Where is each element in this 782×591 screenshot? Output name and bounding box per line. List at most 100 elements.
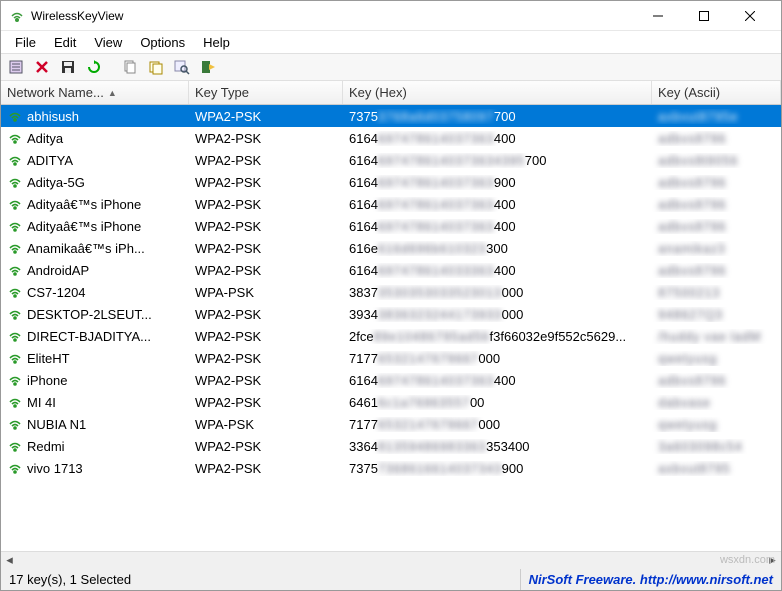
cell-key-ascii: /huddy vae ladM [658, 329, 761, 344]
cell-key-hex: 71776532147679667000 [349, 417, 500, 432]
wifi-icon [7, 284, 23, 300]
table-row[interactable]: MI 4IWPA2-PSK64616c1a7696355700dabvase [1, 391, 781, 413]
cell-network-name: Redmi [27, 439, 65, 454]
cell-key-ascii: qwetyusg [658, 417, 717, 432]
wifi-icon [7, 394, 23, 410]
cell-key-type: WPA-PSK [195, 417, 254, 432]
cell-key-ascii: dabvase [658, 395, 711, 410]
scroll-left-icon[interactable]: ◂ [1, 552, 18, 569]
cell-network-name: DESKTOP-2LSEUT... [27, 307, 152, 322]
table-row[interactable]: Adityaâ€™s iPhoneWPA2-PSK616469747861403… [1, 215, 781, 237]
cell-key-ascii: adbvs8t9056 [658, 153, 738, 168]
wifi-icon [7, 130, 23, 146]
cell-key-hex: 336481359486983363353400 [349, 439, 530, 454]
table-row[interactable]: abhisushWPA2-PSK73753768a6d03758097700ax… [1, 105, 781, 127]
cell-key-hex: 6164697478614037363900 [349, 175, 516, 190]
save-icon[interactable] [57, 56, 79, 78]
status-count: 17 key(s), 1 Selected [1, 572, 520, 587]
cell-key-hex: 6164697478614037363400 [349, 131, 516, 146]
copy-icon[interactable] [119, 56, 141, 78]
table-row[interactable]: AndroidAPWPA2-PSK6164697478614033363400a… [1, 259, 781, 281]
cell-key-type: WPA2-PSK [195, 395, 261, 410]
cell-key-type: WPA2-PSK [195, 439, 261, 454]
menu-options[interactable]: Options [132, 33, 193, 52]
minimize-button[interactable] [635, 1, 681, 31]
cell-network-name: Aditya [27, 131, 63, 146]
wifi-icon [7, 460, 23, 476]
scroll-track[interactable] [18, 552, 764, 569]
table-row[interactable]: CS7-1204WPA-PSK3837353035303352301300087… [1, 281, 781, 303]
find-icon[interactable] [171, 56, 193, 78]
wifi-icon [7, 438, 23, 454]
cell-key-type: WPA2-PSK [195, 109, 261, 124]
horizontal-scrollbar[interactable]: ◂ ▸ [1, 551, 781, 568]
cell-key-ascii: qwetyusg [658, 351, 717, 366]
app-icon [9, 8, 25, 24]
cell-key-ascii: axbvut8795e [658, 109, 738, 124]
wifi-icon [7, 240, 23, 256]
copy-all-icon[interactable] [145, 56, 167, 78]
table-row[interactable]: EliteHTWPA2-PSK71776532147679667000qwety… [1, 347, 781, 369]
column-key-type[interactable]: Key Type [189, 81, 343, 104]
cell-network-name: EliteHT [27, 351, 70, 366]
cell-key-type: WPA2-PSK [195, 461, 261, 476]
table-row[interactable]: Anamikaâ€™s iPh...WPA2-PSK616e616d696b61… [1, 237, 781, 259]
menu-file[interactable]: File [7, 33, 44, 52]
column-key-ascii[interactable]: Key (Ascii) [652, 81, 781, 104]
cell-key-hex: 6164697478614033363400 [349, 263, 516, 278]
table-row[interactable]: DESKTOP-2LSEUT...WPA2-PSK393438363232441… [1, 303, 781, 325]
cell-key-type: WPA2-PSK [195, 131, 261, 146]
delete-icon[interactable] [31, 56, 53, 78]
table-row[interactable]: DIRECT-BJADITYA...WPA2-PSK2fce89e1048679… [1, 325, 781, 347]
cell-key-ascii: adbvs8796 [658, 219, 726, 234]
table-row[interactable]: Adityaâ€™s iPhoneWPA2-PSK616469747861403… [1, 193, 781, 215]
cell-key-ascii: 3a603098c54 [658, 439, 742, 454]
cell-key-hex: 61646974786140373634395700 [349, 153, 547, 168]
exit-icon[interactable] [197, 56, 219, 78]
cell-key-type: WPA2-PSK [195, 351, 261, 366]
column-key-hex[interactable]: Key (Hex) [343, 81, 652, 104]
menubar: File Edit View Options Help [1, 31, 781, 53]
wifi-icon [7, 306, 23, 322]
refresh-icon[interactable] [83, 56, 105, 78]
cell-key-hex: 2fce89e10486795ad56f3f66032e9f552c5629..… [349, 329, 626, 344]
cell-network-name: Anamikaâ€™s iPh... [27, 241, 145, 256]
cell-key-type: WPA2-PSK [195, 175, 261, 190]
cell-network-name: abhisush [27, 109, 79, 124]
menu-edit[interactable]: Edit [46, 33, 84, 52]
titlebar: WirelessKeyView [1, 1, 781, 31]
wifi-icon [7, 218, 23, 234]
properties-icon[interactable] [5, 56, 27, 78]
cell-network-name: Adityaâ€™s iPhone [27, 197, 141, 212]
cell-key-type: WPA2-PSK [195, 373, 261, 388]
column-label: Network Name... [7, 85, 104, 100]
status-credit-link[interactable]: NirSoft Freeware. http://www.nirsoft.net [520, 569, 781, 590]
column-label: Key Type [195, 85, 249, 100]
table-row[interactable]: vivo 1713WPA2-PSK73757368616614037343900… [1, 457, 781, 479]
table-row[interactable]: NUBIA N1WPA-PSK71776532147679667000qwety… [1, 413, 781, 435]
network-list[interactable]: abhisushWPA2-PSK73753768a6d03758097700ax… [1, 105, 781, 551]
table-row[interactable]: Aditya-5GWPA2-PSK6164697478614037363900a… [1, 171, 781, 193]
table-row[interactable]: AdityaWPA2-PSK6164697478614037363400adbv… [1, 127, 781, 149]
column-network-name[interactable]: Network Name... ▲ [1, 81, 189, 104]
cell-key-hex: 6164697478614037363400 [349, 197, 516, 212]
table-row[interactable]: ADITYAWPA2-PSK61646974786140373634395700… [1, 149, 781, 171]
wifi-icon [7, 328, 23, 344]
column-headers: Network Name... ▲ Key Type Key (Hex) Key… [1, 81, 781, 105]
cell-key-hex: 39343836323244173933000 [349, 307, 523, 322]
cell-network-name: iPhone [27, 373, 67, 388]
maximize-button[interactable] [681, 1, 727, 31]
wifi-icon [7, 372, 23, 388]
cell-key-type: WPA2-PSK [195, 153, 261, 168]
cell-key-hex: 64616c1a7696355700 [349, 395, 484, 410]
cell-key-ascii: 948627Q3 [658, 307, 723, 322]
table-row[interactable]: iPhoneWPA2-PSK6164697478614037363400adbv… [1, 369, 781, 391]
cell-key-type: WPA2-PSK [195, 241, 261, 256]
wifi-icon [7, 108, 23, 124]
menu-help[interactable]: Help [195, 33, 238, 52]
menu-view[interactable]: View [86, 33, 130, 52]
column-label: Key (Hex) [349, 85, 407, 100]
table-row[interactable]: Redmi WPA2-PSK 336481359486983363353400 3a6… [1, 435, 781, 457]
close-button[interactable] [727, 1, 773, 31]
cell-network-name: vivo 1713 [27, 461, 83, 476]
